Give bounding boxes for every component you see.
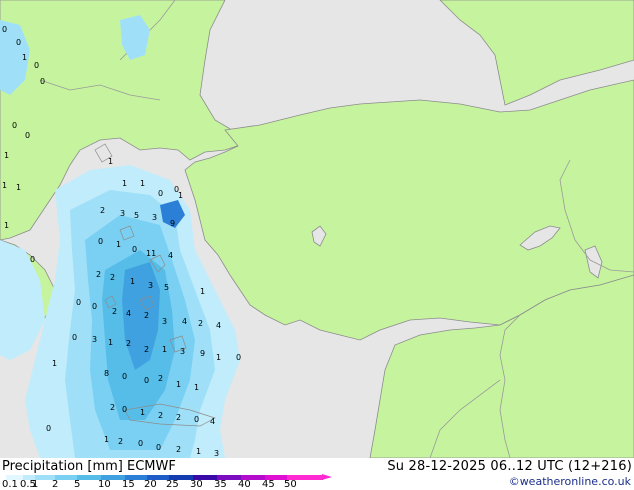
precip-value-label: 0 (122, 405, 127, 414)
precip-value-label: 1 (196, 447, 201, 456)
precip-value-label: 1 (2, 181, 7, 190)
precip-value-label: 1 (140, 408, 145, 417)
precip-value-label: 2 (100, 206, 105, 215)
precip-value-label: 4 (210, 417, 215, 426)
precip-value-label: 2 (118, 437, 123, 446)
color-legend: 0.1 0.5 1 2 5 10 15 20 25 30 35 40 45 50 (0, 474, 332, 490)
precip-value-label: 9 (200, 349, 205, 358)
precip-value-label: 2 (198, 319, 203, 328)
precip-value-label: 1 (16, 183, 21, 192)
credit-link[interactable]: ©weatheronline.co.uk (509, 475, 631, 488)
legend-arrow (322, 474, 332, 480)
precip-value-label: 2 (158, 374, 163, 383)
legend-label: 2 (52, 479, 59, 490)
precip-value-label: 0 (12, 121, 17, 130)
precip-value-label: 0 (34, 61, 39, 70)
precip-value-label: 1 (162, 345, 167, 354)
precip-value-label: 2 (126, 339, 131, 348)
precip-value-label: 3 (92, 335, 97, 344)
precip-value-label: 0 (194, 415, 199, 424)
precip-value-label: 4 (182, 317, 187, 326)
precip-value-label: 2 (158, 411, 163, 420)
precip-value-label: 0 (72, 333, 77, 342)
precip-value-label: 0 (98, 237, 103, 246)
bottom-bar: Precipitation [mm] ECMWF Su 28-12-2025 0… (0, 458, 634, 490)
precip-value-label: 2 (110, 273, 115, 282)
precip-value-label: 1 (176, 380, 181, 389)
precip-value-label: 2 (176, 445, 181, 454)
precip-value-label: 1 (104, 435, 109, 444)
legend-label: 25 (166, 479, 179, 490)
precip-value-label: 1 (216, 353, 221, 362)
precip-value-label: 1 (22, 53, 27, 62)
precip-value-label: 3 (180, 347, 185, 356)
precip-value-label: 1 (4, 221, 9, 230)
precip-value-label: 1 (52, 359, 57, 368)
legend-label: 50 (284, 479, 297, 490)
precip-value-label: 4 (126, 309, 131, 318)
precip-value-label: 0 (122, 372, 127, 381)
legend-label: 0.1 (2, 479, 18, 490)
precip-value-label: 1 (116, 240, 121, 249)
precip-value-label: 0 (92, 302, 97, 311)
precip-value-label: 0 (144, 376, 149, 385)
precip-value-label: 0 (76, 298, 81, 307)
precip-value-label: 0 (158, 189, 163, 198)
precip-value-label: 3 (120, 209, 125, 218)
precip-value-label: 1 (140, 179, 145, 188)
precip-value-label: 1 (178, 191, 183, 200)
precip-value-label: 3 (214, 449, 219, 458)
precip-value-label: 0 (40, 77, 45, 86)
precip-value-label: 0 (30, 255, 35, 264)
precip-value-label: 4 (216, 321, 221, 330)
precip-value-label: 2 (96, 270, 101, 279)
precip-value-label: 8 (104, 369, 109, 378)
precip-value-label: 9 (170, 219, 175, 228)
precip-value-label: 1 (130, 277, 135, 286)
precip-value-label: 3 (152, 213, 157, 222)
precip-value-label: 0 (46, 424, 51, 433)
legend-label: 1 (32, 479, 39, 490)
precip-value-label: 0 (25, 131, 30, 140)
legend-label: 45 (262, 479, 275, 490)
precip-value-label: 1 (108, 157, 113, 166)
precip-value-label: 0 (16, 38, 21, 47)
precip-value-label: 1 (108, 338, 113, 347)
legend-label: 10 (98, 479, 111, 490)
map-title: Precipitation [mm] ECMWF (2, 459, 176, 474)
precip-value-label: 1 (200, 287, 205, 296)
precip-value-label: 2 (144, 345, 149, 354)
precip-value-label: 0 (156, 443, 161, 452)
legend-label: 15 (122, 479, 135, 490)
precip-value-label: 2 (144, 311, 149, 320)
precip-value-label: 2 (112, 307, 117, 316)
precip-value-label: 11 (146, 249, 156, 258)
legend-label: 40 (238, 479, 251, 490)
precipitation-map[interactable]: 0 0 1 0 0 0 0 1 1 1 1 0 0 1 1 0 0 1 2 3 5 3 9 1 0 1 0 11 4 2 2 1 3 5 1 0 2 4 2… (0, 0, 634, 458)
legend-label: 30 (190, 479, 203, 490)
legend-label: 5 (74, 479, 81, 490)
precip-value-label: 0 (2, 25, 7, 34)
precip-value-label: 1 (194, 383, 199, 392)
precip-value-label: 5 (164, 283, 169, 292)
precip-value-label: 0 (132, 245, 137, 254)
precip-value-label: 1 (122, 179, 127, 188)
precip-value-label: 4 (168, 251, 173, 260)
precip-value-label: 5 (134, 211, 139, 220)
legend-label: 20 (144, 479, 157, 490)
precip-value-label: 3 (162, 317, 167, 326)
legend-label: 35 (214, 479, 227, 490)
precip-value-label: 2 (110, 403, 115, 412)
precip-value-label: 1 (4, 151, 9, 160)
precip-value-label: 2 (176, 413, 181, 422)
precip-value-label: 0 (236, 353, 241, 362)
precip-value-label: 0 (138, 439, 143, 448)
precip-value-label: 3 (148, 281, 153, 290)
forecast-datetime: Su 28-12-2025 06..12 UTC (12+216) (387, 459, 632, 474)
